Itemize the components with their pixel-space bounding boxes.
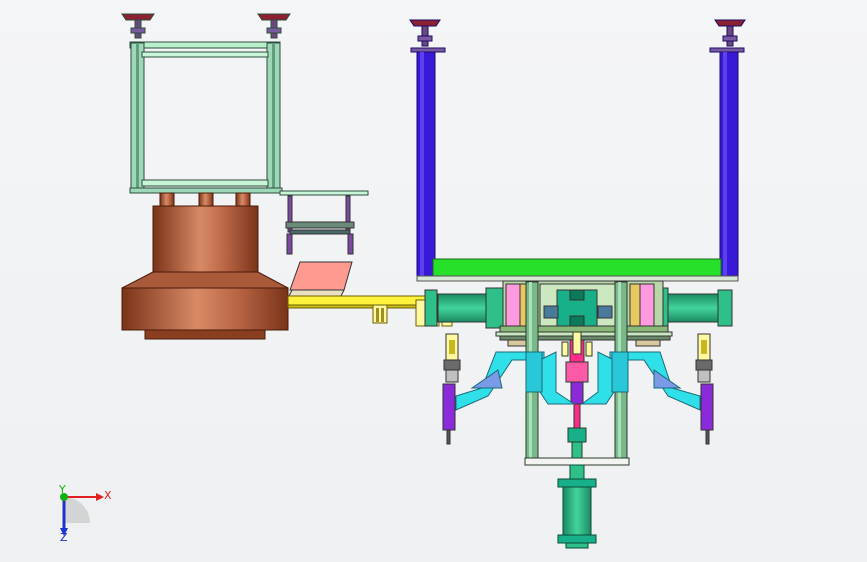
cad-viewport[interactable]: X Y Z [0,0,867,562]
axis-label-y: Y [58,483,66,496]
pneumatic-cylinder-icon [424,287,507,329]
axis-label-z: Z [60,531,68,544]
axis-label-x: X [104,489,112,502]
